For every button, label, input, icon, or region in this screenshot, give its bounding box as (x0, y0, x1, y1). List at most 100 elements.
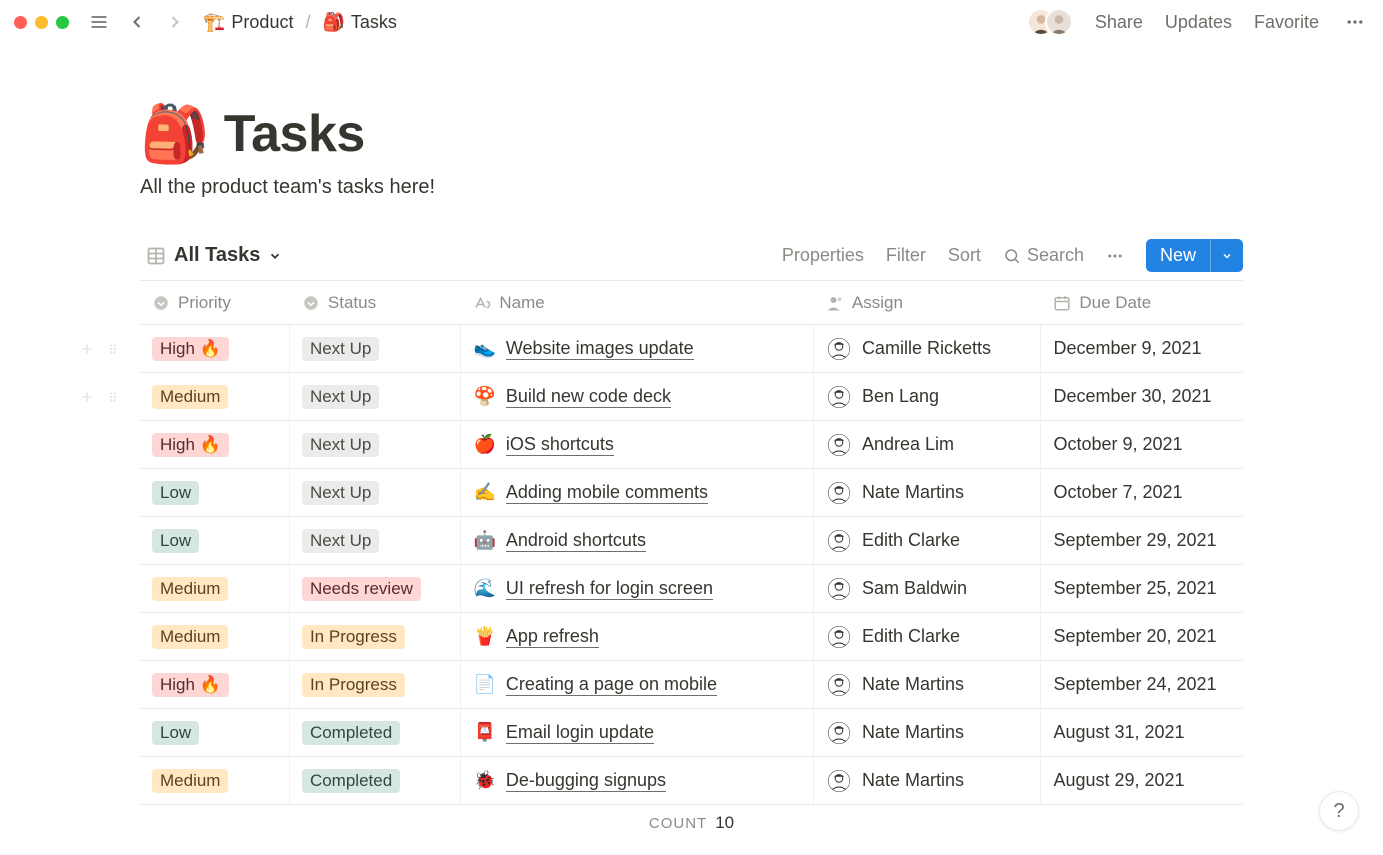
table-row[interactable]: Low Next Up 🤖 Android shortcuts Edith Cl… (140, 517, 1243, 565)
share-button[interactable]: Share (1095, 12, 1143, 33)
menu-icon[interactable] (85, 8, 113, 36)
cell-name[interactable]: 🍎 iOS shortcuts (461, 421, 813, 468)
maximize-window-icon[interactable] (56, 16, 69, 29)
cell-status[interactable]: Next Up (290, 325, 462, 372)
cell-assign[interactable]: Camille Ricketts (814, 325, 1042, 372)
cell-status[interactable]: Completed (290, 709, 462, 756)
new-button-main[interactable]: New (1146, 239, 1210, 272)
cell-name[interactable]: 📄 Creating a page on mobile (461, 661, 813, 708)
drag-handle-icon[interactable] (102, 338, 124, 360)
cell-assign[interactable]: Nate Martins (814, 709, 1042, 756)
new-button-dropdown[interactable] (1210, 239, 1243, 272)
breadcrumb-product[interactable]: 🏗️ Product (199, 10, 297, 35)
search-button[interactable]: Search (1003, 245, 1084, 266)
updates-button[interactable]: Updates (1165, 12, 1232, 33)
page-title[interactable]: Tasks (224, 104, 365, 164)
task-name[interactable]: De-bugging signups (506, 770, 666, 792)
cell-assign[interactable]: Sam Baldwin (814, 565, 1042, 612)
table-row[interactable]: Medium Needs review 🌊 UI refresh for log… (140, 565, 1243, 613)
table-row[interactable]: Medium In Progress 🍟 App refresh Edith C… (140, 613, 1243, 661)
cell-priority[interactable]: Low (140, 469, 290, 516)
task-name[interactable]: Email login update (506, 722, 654, 744)
cell-name[interactable]: ✍️ Adding mobile comments (461, 469, 813, 516)
task-name[interactable]: iOS shortcuts (506, 434, 614, 456)
back-button[interactable] (123, 8, 151, 36)
cell-assign[interactable]: Nate Martins (814, 757, 1042, 804)
cell-assign[interactable]: Edith Clarke (814, 517, 1042, 564)
table-row[interactable]: Low Next Up ✍️ Adding mobile comments Na… (140, 469, 1243, 517)
properties-button[interactable]: Properties (782, 245, 864, 266)
task-name[interactable]: UI refresh for login screen (506, 578, 713, 600)
close-window-icon[interactable] (14, 16, 27, 29)
table-row[interactable]: High 🔥 Next Up 🍎 iOS shortcuts Andrea Li… (140, 421, 1243, 469)
cell-status[interactable]: In Progress (290, 661, 462, 708)
cell-name[interactable]: 🤖 Android shortcuts (461, 517, 813, 564)
cell-status[interactable]: Next Up (290, 469, 462, 516)
cell-status[interactable]: Next Up (290, 421, 462, 468)
cell-assign[interactable]: Nate Martins (814, 661, 1042, 708)
help-button[interactable]: ? (1319, 791, 1359, 831)
add-row-icon[interactable] (76, 338, 98, 360)
cell-assign[interactable]: Ben Lang (814, 373, 1042, 420)
cell-status[interactable]: In Progress (290, 613, 462, 660)
task-name[interactable]: App refresh (506, 626, 599, 648)
column-header-priority[interactable]: Priority (140, 293, 290, 313)
table-row[interactable]: Medium Completed 🐞 De-bugging signups Na… (140, 757, 1243, 805)
cell-priority[interactable]: High 🔥 (140, 661, 290, 708)
presence-avatars[interactable] (1027, 8, 1073, 36)
task-name[interactable]: Creating a page on mobile (506, 674, 717, 696)
cell-name[interactable]: 📮 Email login update (461, 709, 813, 756)
page-icon[interactable]: 🎒 (140, 106, 210, 162)
cell-due[interactable]: December 9, 2021 (1041, 325, 1243, 372)
cell-name[interactable]: 🌊 UI refresh for login screen (461, 565, 813, 612)
drag-handle-icon[interactable] (102, 386, 124, 408)
more-view-options-icon[interactable] (1106, 247, 1124, 265)
table-row[interactable]: Low Completed 📮 Email login update Nate … (140, 709, 1243, 757)
cell-status[interactable]: Next Up (290, 373, 462, 420)
cell-status[interactable]: Next Up (290, 517, 462, 564)
cell-assign[interactable]: Edith Clarke (814, 613, 1042, 660)
cell-due[interactable]: December 30, 2021 (1041, 373, 1243, 420)
cell-status[interactable]: Completed (290, 757, 462, 804)
column-header-name[interactable]: Name (461, 293, 814, 313)
task-name[interactable]: Website images update (506, 338, 694, 360)
column-header-status[interactable]: Status (290, 293, 461, 313)
cell-name[interactable]: 🍄 Build new code deck (461, 373, 813, 420)
cell-due[interactable]: October 9, 2021 (1041, 421, 1243, 468)
page-description[interactable]: All the product team's tasks here! (140, 176, 1243, 199)
column-header-due[interactable]: Due Date (1041, 293, 1243, 313)
cell-assign[interactable]: Andrea Lim (814, 421, 1042, 468)
view-selector[interactable]: All Tasks (140, 240, 288, 271)
cell-assign[interactable]: Nate Martins (814, 469, 1042, 516)
cell-priority[interactable]: Medium (140, 373, 290, 420)
table-row[interactable]: Medium Next Up 🍄 Build new code deck Ben… (140, 373, 1243, 421)
forward-button[interactable] (161, 8, 189, 36)
filter-button[interactable]: Filter (886, 245, 926, 266)
cell-priority[interactable]: High 🔥 (140, 421, 290, 468)
minimize-window-icon[interactable] (35, 16, 48, 29)
cell-due[interactable]: September 25, 2021 (1041, 565, 1243, 612)
cell-due[interactable]: October 7, 2021 (1041, 469, 1243, 516)
sort-button[interactable]: Sort (948, 245, 981, 266)
cell-name[interactable]: 🐞 De-bugging signups (461, 757, 813, 804)
task-name[interactable]: Android shortcuts (506, 530, 646, 552)
cell-due[interactable]: September 24, 2021 (1041, 661, 1243, 708)
cell-priority[interactable]: Medium (140, 613, 290, 660)
task-name[interactable]: Adding mobile comments (506, 482, 708, 504)
table-row[interactable]: High 🔥 In Progress 📄 Creating a page on … (140, 661, 1243, 709)
cell-priority[interactable]: Medium (140, 565, 290, 612)
table-row[interactable]: High 🔥 Next Up 👟 Website images update C… (140, 325, 1243, 373)
cell-priority[interactable]: High 🔥 (140, 325, 290, 372)
cell-status[interactable]: Needs review (290, 565, 462, 612)
breadcrumb-tasks[interactable]: 🎒 Tasks (318, 10, 400, 35)
cell-name[interactable]: 🍟 App refresh (461, 613, 813, 660)
cell-due[interactable]: August 31, 2021 (1041, 709, 1243, 756)
cell-due[interactable]: September 20, 2021 (1041, 613, 1243, 660)
more-icon[interactable] (1341, 8, 1369, 36)
cell-name[interactable]: 👟 Website images update (461, 325, 813, 372)
cell-due[interactable]: September 29, 2021 (1041, 517, 1243, 564)
column-header-assign[interactable]: Assign (814, 293, 1042, 313)
cell-priority[interactable]: Low (140, 709, 290, 756)
add-row-icon[interactable] (76, 386, 98, 408)
task-name[interactable]: Build new code deck (506, 386, 671, 408)
